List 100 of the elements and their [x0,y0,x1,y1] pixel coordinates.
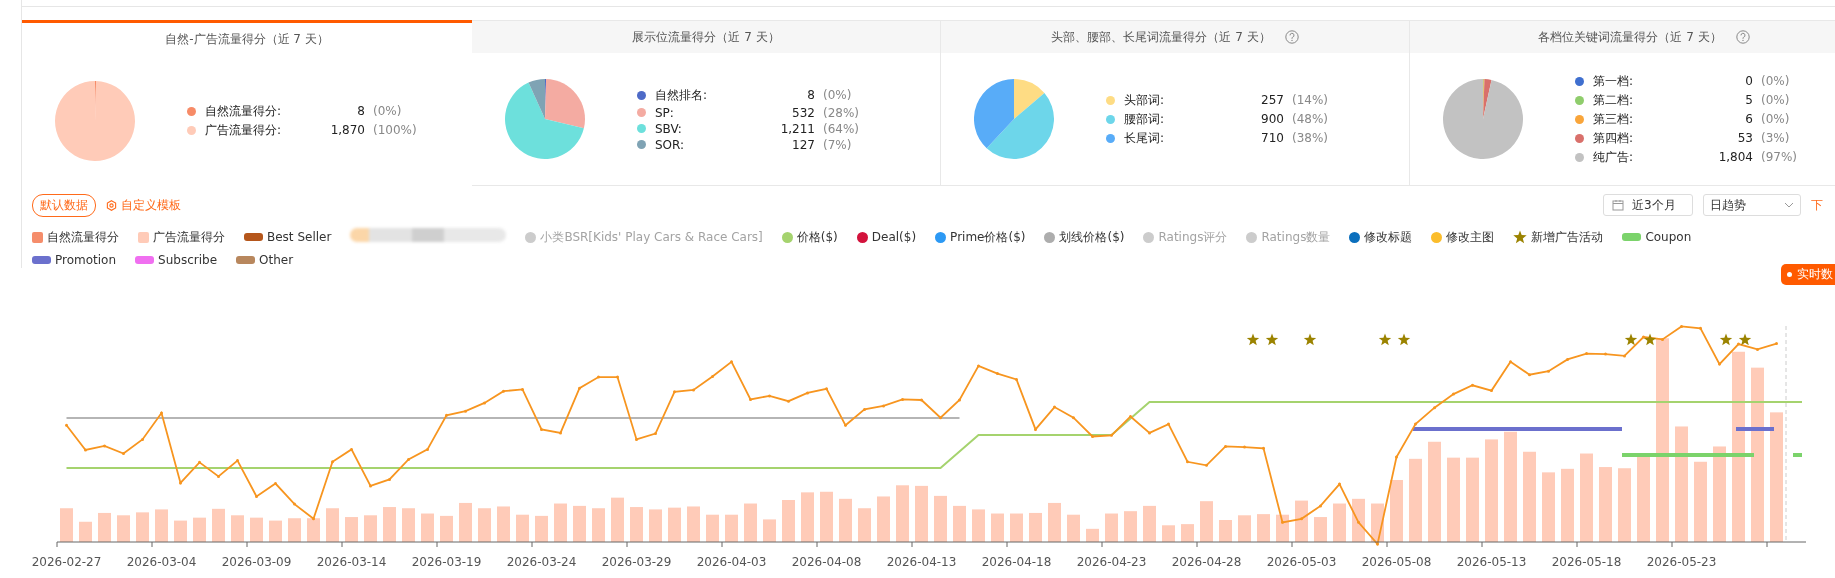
legend-percent: (3%) [1760,131,1791,145]
legend-value: 8 [356,104,365,118]
legend-toggle[interactable]: Promotion [32,252,117,268]
legend-percent: (0%) [1760,74,1791,88]
legend-percent: (100%) [372,123,418,137]
legend-value: 0 [1744,74,1753,88]
legend-toggle[interactable]: Deal($) [856,228,917,247]
axis-label: 2026-04-03 [696,555,767,569]
legend-label: 头部词: [1124,91,1166,109]
score-card[interactable]: 展示位流量得分（近 7 天） 自然排名: 8 (0%) SP: 532 (28%) SBV: 1,211 (64%) SOR: 127 (7%) [472,20,941,186]
date-range-picker[interactable]: 近3个月 [1603,194,1693,216]
promotion-line [1736,427,1774,431]
chevron-down-icon [1784,202,1794,208]
star-marker [1738,333,1752,346]
legend-toggle[interactable]: 新增广告活动 [1513,228,1604,247]
legend-toggle[interactable]: Other [236,252,294,268]
star-marker [1246,333,1260,346]
score-card[interactable]: 头部、腰部、长尾词流量得分（近 7 天） 头部词: 257 (14%) 腰部词: 900 (48%) 长尾词: 710 (38%) [941,20,1410,186]
star-marker [1643,333,1657,346]
score-card[interactable]: 各档位关键词流量得分（近 7 天） 第一档: 0 (0%) 第二档: 5 (0%) 第三档: 6 (0%) 第四档: 53 (3%) 纯广告: 1,804 (97%) [1410,20,1835,186]
legend-value: 8 [806,88,815,102]
card-title: 头部、腰部、长尾词流量得分（近 7 天） [1051,28,1271,46]
legend-toggle[interactable]: 修改标题 [1349,228,1413,247]
legend-label: 第二档: [1593,91,1635,109]
legend-label: 第四档: [1593,129,1635,147]
card-title: 各档位关键词流量得分（近 7 天） [1538,28,1722,46]
legend-label: SBV: [655,121,683,136]
star-marker [1719,333,1733,346]
legend-label: 第三档: [1593,110,1635,128]
star-marker [1397,333,1411,346]
legend-percent: (64%) [822,121,861,136]
legend-percent: (7%) [822,137,853,152]
legend-percent: (0%) [822,88,853,102]
card-title: 自然-广告流量得分（近 7 天） [165,30,329,48]
legend-value: 127 [791,137,815,152]
legend-toggle[interactable]: 广告流量得分 [138,228,225,247]
legend-toggle[interactable]: Best Seller [244,228,332,247]
legend-percent: (97%) [1760,150,1799,164]
legend-value: 257 [1261,93,1284,107]
help-icon[interactable] [1735,30,1750,44]
legend-value: 900 [1261,112,1284,126]
legend-percent: (0%) [372,104,403,118]
card-title: 展示位流量得分（近 7 天） [632,28,780,46]
legend-value: 1,870 [330,123,365,137]
legend-percent: (14%) [1291,93,1330,107]
legend-toggle[interactable]: 价格($) [781,228,838,247]
legend-toggle[interactable]: Coupon [1622,228,1692,247]
legend-value: 6 [1744,112,1753,126]
star-marker [1303,333,1317,346]
legend-percent: (48%) [1291,112,1330,126]
axis-label: 2026-03-04 [126,555,197,569]
legend-toggle[interactable]: 自然流量得分 [32,228,119,247]
legend-percent: (0%) [1760,93,1791,107]
axis-label: 2026-04-23 [1076,555,1147,569]
axis-label: 2026-05-23 [1646,555,1717,569]
legend-label: 第一档: [1593,72,1635,90]
axis-label: 2026-03-09 [221,555,292,569]
legend-value: 1,804 [1718,150,1753,164]
score-card[interactable]: 自然-广告流量得分（近 7 天） 自然流量得分: 8 (0%) 广告流量得分: 1,870 (100%) [22,20,472,186]
granularity-select[interactable]: 日趋势 [1703,194,1801,216]
axis-label: 2026-03-19 [411,555,482,569]
axis-label: 2026-03-29 [601,555,672,569]
axis-label: 2026-05-13 [1456,555,1527,569]
legend-value: 5 [1744,93,1753,107]
legend-toggle[interactable]: Prime价格($) [935,228,1026,247]
axis-label: 2026-05-03 [1266,555,1337,569]
axis-label: 2026-05-08 [1361,555,1432,569]
legend-percent: (38%) [1291,131,1330,145]
axis-label: 2026-04-13 [886,555,957,569]
legend-percent: (28%) [822,105,861,120]
star-marker [1624,333,1638,346]
axis-label: 2026-05-18 [1551,555,1622,569]
axis-label: 2026-04-18 [981,555,1052,569]
legend-label: 腰部词: [1124,110,1166,128]
legend-value: 710 [1261,131,1284,145]
legend-label: 自然流量得分: [205,102,283,120]
legend-label: 长尾词: [1124,129,1166,147]
star-marker [1378,333,1392,346]
legend-label: 广告流量得分: [205,121,283,139]
legend-value: 53 [1736,131,1753,145]
axis-label: 2026-03-24 [506,555,577,569]
star-marker [1265,333,1279,346]
help-icon[interactable] [1284,30,1299,44]
calendar-icon [1612,199,1624,211]
legend-label: 自然排名: [655,86,709,104]
settings-icon [106,199,117,211]
legend-toggle[interactable]: Subscribe [135,252,218,268]
legend-percent: (0%) [1760,112,1791,126]
legend-label: SOR: [655,137,686,152]
axis-label: 2026-04-08 [791,555,862,569]
axis-label: 2026-03-14 [316,555,387,569]
coupon-line [1793,453,1802,457]
legend-toggle[interactable]: 修改主图 [1431,228,1495,247]
legend-toggle[interactable]: 划线价格($) [1044,228,1125,247]
legend-label: 纯广告: [1593,148,1635,166]
axis-label: 2026-04-28 [1171,555,1242,569]
axis-label: 2026-02-27 [31,555,102,569]
legend-value: 532 [791,105,815,120]
legend-label: SP: [655,105,675,120]
legend-value: 1,211 [780,121,815,136]
